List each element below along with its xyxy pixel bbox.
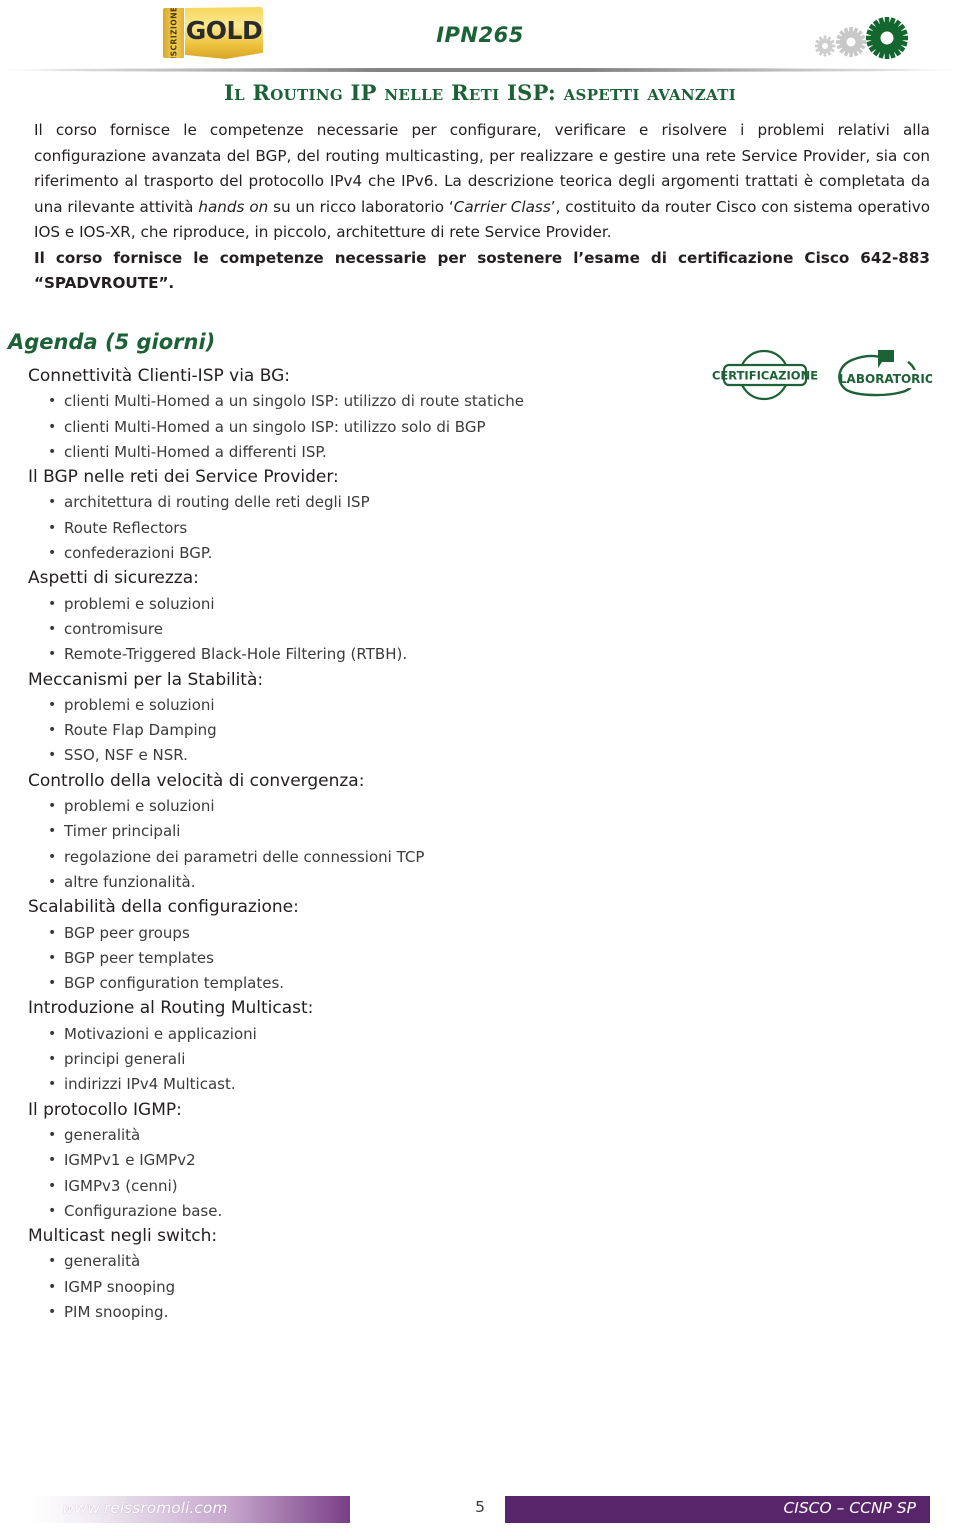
section-title: Multicast negli switch:	[28, 1226, 218, 1247]
section-title: Il BGP nelle reti dei Service Provider:	[28, 467, 339, 488]
list-item: clienti Multi-Homed a un singolo ISP: ut…	[8, 389, 708, 415]
course-description: Il corso fornisce le competenze necessar…	[34, 118, 930, 297]
section-list: generalità IGMP snooping PIM snooping.	[8, 1249, 708, 1325]
list-item: altre funzionalità.	[8, 870, 708, 896]
list-item: contromisure	[8, 617, 708, 643]
agenda-section: Multicast negli switch: generalità IGMP …	[8, 1224, 708, 1325]
list-item: architettura di routing delle reti degli…	[8, 490, 708, 516]
section-list: clienti Multi-Homed a un singolo ISP: ut…	[8, 389, 708, 465]
footer-course-label: CISCO – CCNP SP	[783, 1499, 916, 1517]
list-item: problemi e soluzioni	[8, 592, 708, 618]
list-item: Motivazioni e applicazioni	[8, 1022, 708, 1048]
header-divider	[0, 68, 960, 72]
page-footer: www.reissromoli.com 5 CISCO – CCNP SP	[0, 1496, 960, 1526]
list-item: BGP configuration templates.	[8, 971, 708, 997]
section-title: Connettività Clienti-ISP via BG:	[28, 366, 291, 386]
section-title: Controllo della velocità di convergenza:	[28, 770, 365, 791]
agenda-section: Scalabilità della configurazione: BGP pe…	[8, 895, 708, 996]
agenda-section: Meccanismi per la Stabilità: problemi e …	[8, 668, 708, 769]
intro-part-2: su un ricco laboratorio ‘	[268, 197, 454, 216]
agenda-section: Aspetti di sicurezza: problemi e soluzio…	[8, 566, 708, 667]
page-header: ISCRIZIONE GOLD IPN265	[0, 0, 960, 72]
list-item: regolazione dei parametri delle connessi…	[8, 845, 708, 871]
list-item: IGMPv3 (cenni)	[8, 1174, 708, 1200]
section-title: Scalabilità della configurazione:	[28, 897, 299, 918]
list-item: Route Flap Damping	[8, 718, 708, 744]
section-title: Il protocollo IGMP:	[28, 1099, 182, 1120]
agenda-section: Il protocollo IGMP: generalità IGMPv1 e …	[8, 1098, 708, 1225]
agenda-section: Il BGP nelle reti dei Service Provider: …	[8, 465, 708, 566]
section-list: architettura di routing delle reti degli…	[8, 490, 708, 566]
list-item: BGP peer groups	[8, 921, 708, 947]
agenda-section: Connettività Clienti-ISP via BG: clienti…	[8, 364, 708, 465]
laboratory-badge-label: LABORATORIO	[839, 372, 932, 386]
section-list: problemi e soluzioni Timer principali re…	[8, 794, 708, 895]
list-item: IGMP snooping	[8, 1275, 708, 1301]
section-title: Introduzione al Routing Multicast:	[28, 998, 314, 1019]
list-item: generalità	[8, 1249, 708, 1275]
intro-certification-note: Il corso fornisce le competenze necessar…	[34, 248, 930, 293]
list-item: Remote-Triggered Black-Hole Filtering (R…	[8, 642, 708, 668]
list-item: indirizzi IPv4 Multicast.	[8, 1072, 708, 1098]
list-item: IGMPv1 e IGMPv2	[8, 1148, 708, 1174]
list-item: problemi e soluzioni	[8, 693, 708, 719]
agenda-sections: Connettività Clienti-ISP via BG: clienti…	[8, 364, 708, 1326]
list-item: generalità	[8, 1123, 708, 1149]
agenda-section: Introduzione al Routing Multicast: Motiv…	[8, 996, 708, 1097]
list-item: problemi e soluzioni	[8, 794, 708, 820]
list-item: Timer principali	[8, 819, 708, 845]
list-item: BGP peer templates	[8, 946, 708, 972]
list-item: Configurazione base.	[8, 1199, 708, 1225]
gears-icon	[814, 16, 915, 62]
section-list: BGP peer groups BGP peer templates BGP c…	[8, 921, 708, 997]
intro-italic-carrier-class: Carrier Class	[453, 197, 551, 216]
list-item: clienti Multi-Homed a differenti ISP.	[8, 440, 708, 466]
footer-course-bar: CISCO – CCNP SP	[505, 1496, 930, 1523]
page-title: Il Routing IP nelle Reti ISP: aspetti av…	[223, 80, 737, 105]
list-item: confederazioni BGP.	[8, 541, 708, 567]
section-title: Meccanismi per la Stabilità:	[28, 669, 264, 690]
section-list: problemi e soluzioni contromisure Remote…	[8, 592, 708, 668]
list-item: Route Reflectors	[8, 516, 708, 542]
list-item: SSO, NSF e NSR.	[8, 743, 708, 769]
section-list: problemi e soluzioni Route Flap Damping …	[8, 693, 708, 769]
list-item: PIM snooping.	[8, 1300, 708, 1326]
agenda-badges: CERTIFICAZIONE LABORATORIO	[712, 344, 935, 406]
list-item: principi generali	[8, 1047, 708, 1073]
certification-badge-label: CERTIFICAZIONE	[712, 369, 818, 383]
agenda-heading: Agenda (5 giorni)	[8, 330, 216, 354]
laboratory-plug-icon	[878, 350, 894, 368]
section-list: Motivazioni e applicazioni principi gene…	[8, 1022, 708, 1098]
agenda-section: Controllo della velocità di convergenza:…	[8, 769, 708, 896]
section-title: Aspetti di sicurezza:	[28, 568, 199, 589]
section-list: generalità IGMPv1 e IGMPv2 IGMPv3 (cenni…	[8, 1123, 708, 1224]
list-item: clienti Multi-Homed a un singolo ISP: ut…	[8, 415, 708, 441]
intro-italic-hands-on: hands on	[198, 197, 269, 216]
